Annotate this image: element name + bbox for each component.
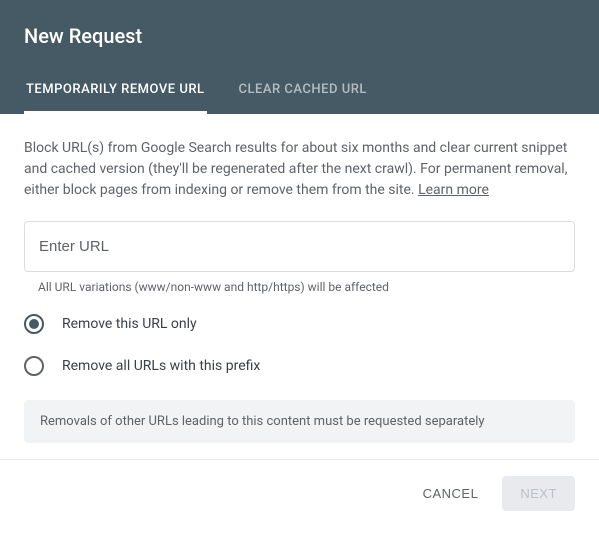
- tab-bar: TEMPORARILY REMOVE URL CLEAR CACHED URL: [24, 68, 575, 114]
- url-helper-text: All URL variations (www/non-www and http…: [38, 280, 575, 294]
- next-button[interactable]: NEXT: [502, 476, 575, 511]
- dialog-content: Block URL(s) from Google Search results …: [0, 114, 599, 459]
- radio-label: Remove all URLs with this prefix: [62, 358, 260, 374]
- learn-more-link[interactable]: Learn more: [418, 182, 489, 198]
- description-text: Block URL(s) from Google Search results …: [24, 138, 575, 201]
- radio-icon: [24, 314, 44, 334]
- tab-temporarily-remove[interactable]: TEMPORARILY REMOVE URL: [24, 68, 207, 114]
- radio-label: Remove this URL only: [62, 316, 197, 332]
- radio-group: Remove this URL only Remove all URLs wit…: [24, 314, 575, 376]
- url-input[interactable]: [24, 221, 575, 272]
- cancel-button[interactable]: CANCEL: [407, 476, 495, 511]
- info-box: Removals of other URLs leading to this c…: [24, 400, 575, 443]
- radio-icon: [24, 356, 44, 376]
- dialog-footer: CANCEL NEXT: [0, 459, 599, 527]
- dialog-header: New Request TEMPORARILY REMOVE URL CLEAR…: [0, 0, 599, 114]
- tab-clear-cached[interactable]: CLEAR CACHED URL: [237, 68, 369, 114]
- radio-remove-prefix[interactable]: Remove all URLs with this prefix: [24, 356, 575, 376]
- dialog-title: New Request: [24, 24, 575, 68]
- radio-remove-url-only[interactable]: Remove this URL only: [24, 314, 575, 334]
